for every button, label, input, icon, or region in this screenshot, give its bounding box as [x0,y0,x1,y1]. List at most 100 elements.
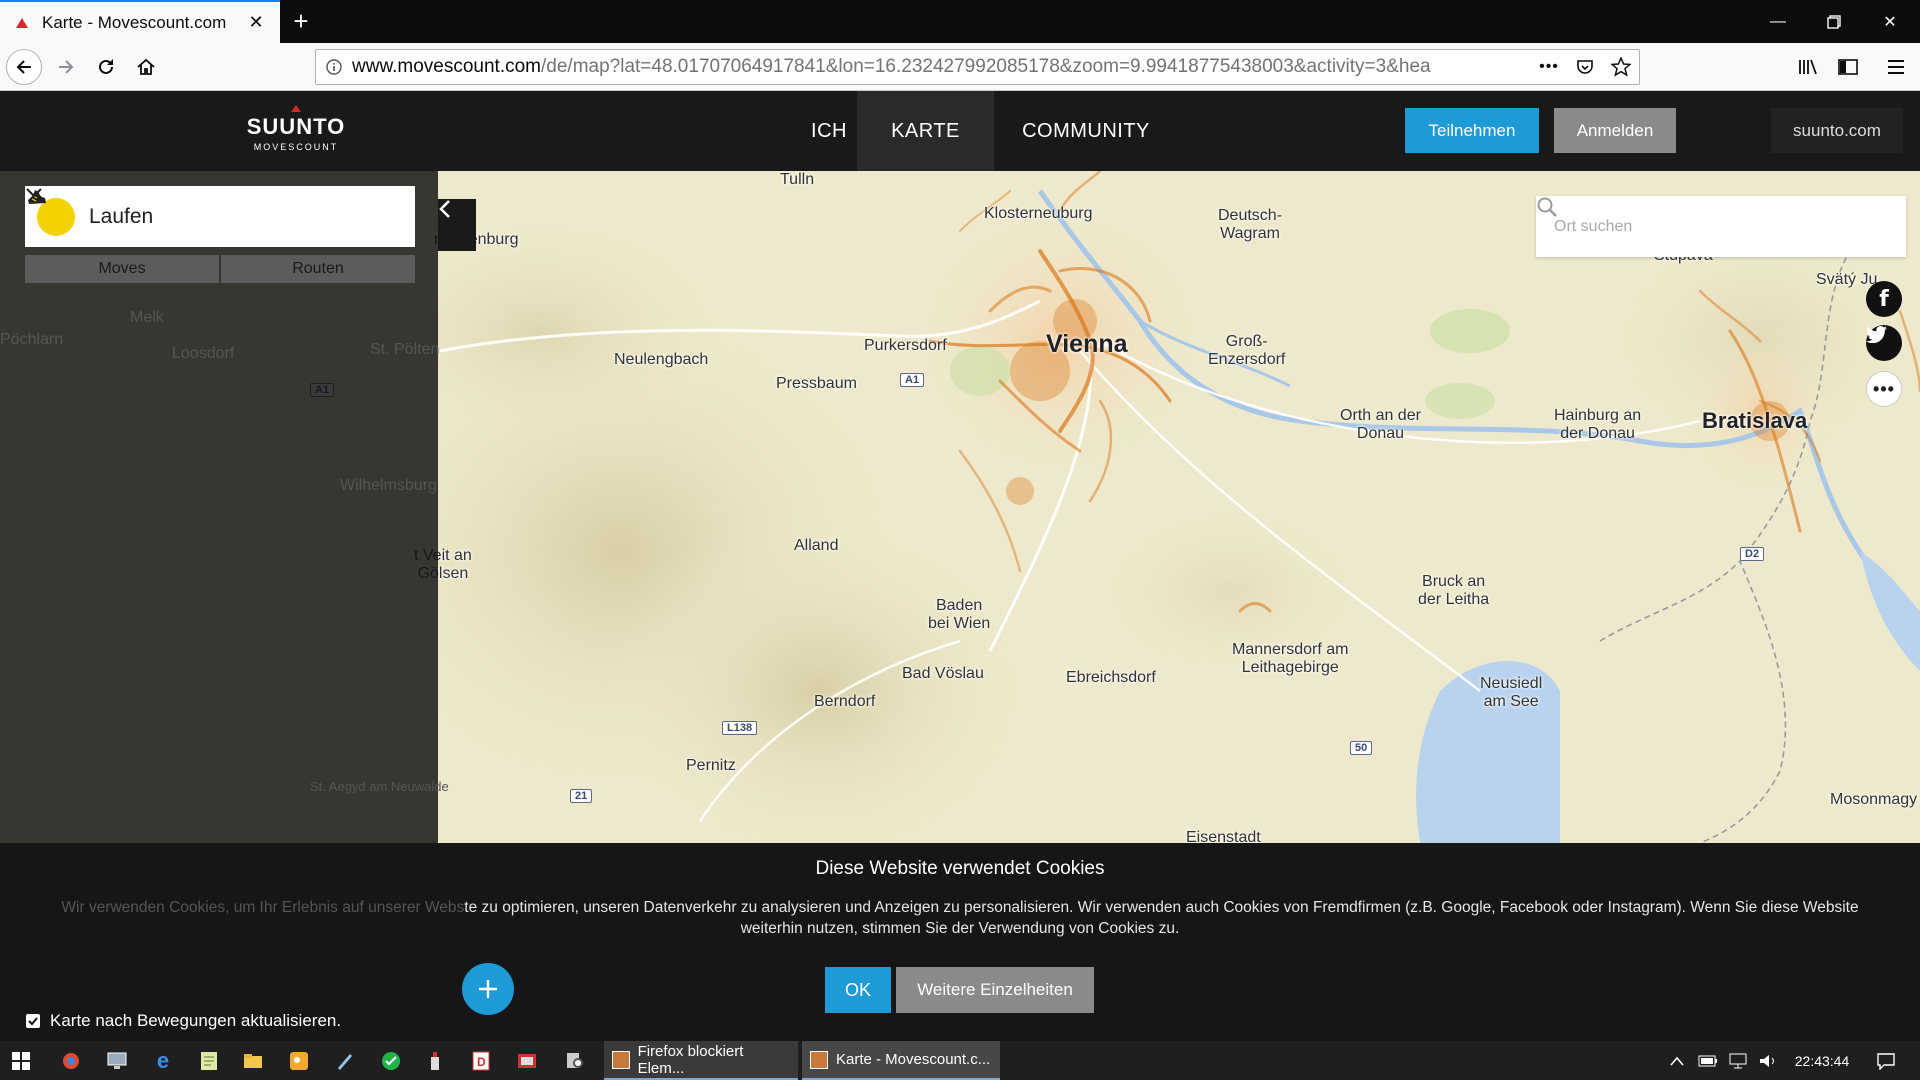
tab-title: Karte - Movescount.com [42,12,227,32]
app-icon-key[interactable] [284,1047,314,1075]
running-shoe-icon [28,190,75,236]
map-label-svaty-jur: Svätý Ju [1816,271,1878,288]
tray-chevron-up-icon[interactable] [1664,1041,1690,1080]
app-icon-d[interactable]: D [466,1047,496,1075]
file-explorer-icon[interactable] [238,1047,268,1075]
app-icon-check[interactable] [376,1047,406,1075]
cookie-title: Diese Website verwendet Cookies [815,858,1105,879]
restore-icon[interactable] [1806,0,1862,43]
login-button[interactable]: Anmelden [1554,108,1676,153]
site-header: SUUNTO MOVESCOUNT ICH KARTE COMMUNITY Te… [0,91,1920,171]
place-search-box [1536,196,1906,257]
svg-text:D: D [477,1055,486,1069]
panel-bg-label: St. Aegyd am Neuwalde [310,779,449,794]
tab-close-icon[interactable]: ✕ [246,12,266,33]
firefox-task-icon [810,1050,828,1069]
map-label-bruck: Bruck an der Leitha [1418,573,1490,608]
more-share-button[interactable]: ••• [1866,371,1902,407]
taskbar-task-firefox-blocked[interactable]: Firefox blockiert Elem... [604,1041,798,1080]
minimize-icon[interactable]: — [1750,0,1806,43]
map-label-hainburg: Hainburg an der Donau [1554,407,1642,442]
road-shield: D2 [1740,547,1765,561]
nav-karte[interactable]: KARTE [857,91,994,171]
app-icon-monitor[interactable] [102,1047,132,1075]
suunto-logo[interactable]: SUUNTO MOVESCOUNT [244,105,348,152]
home-icon[interactable] [128,49,164,85]
pocket-icon[interactable] [1567,58,1603,76]
checkbox-checked-icon[interactable] [26,1014,40,1028]
bookmark-star-icon[interactable] [1603,57,1639,77]
suunto-com-link[interactable]: suunto.com [1771,108,1903,153]
cookie-text: Wir verwenden Cookies, um Ihr Erlebnis a… [61,899,1859,937]
edge-browser-icon[interactable]: e [148,1047,178,1075]
browser-titlebar: Karte - Movescount.com ✕ + — ✕ [0,0,1920,43]
map-label-neusiedl: Neusiedl am See [1480,675,1543,710]
panel-bg-label: Wilhelmsburg [340,477,437,494]
app-icon-bottle[interactable] [420,1047,450,1075]
activity-label: Laufen [89,204,154,228]
firefox-task-icon [612,1050,630,1069]
new-tab-plus-icon[interactable]: + [286,6,316,36]
map-label-deutsch-wagram: Deutsch- Wagram [1218,207,1283,242]
map-label-orth: Orth an der Donau [1340,407,1421,442]
cookie-banner: Diese Website verwendet Cookies Wir verw… [0,843,1920,1041]
suunto-favicon-icon [14,15,30,31]
twitter-share-button[interactable] [1866,325,1902,361]
join-button[interactable]: Teilnehmen [1405,108,1539,153]
reload-icon[interactable] [88,49,124,85]
page-actions-icon[interactable]: ••• [1531,58,1567,76]
windows-start-icon[interactable] [6,1047,36,1075]
site-info-icon[interactable] [316,59,352,75]
panel-bg-label: Pöchlarn [0,331,64,348]
library-icon[interactable] [1790,49,1826,85]
map-label-gross-enzersdorf: Groß- Enzersdorf [1208,333,1286,368]
app-icon-notepad[interactable] [194,1047,224,1075]
tab-routes[interactable]: Routen [221,255,415,283]
taskbar-task-movescount[interactable]: Karte - Movescount.c... [802,1041,1000,1080]
logo-brand: SUUNTO [246,114,346,139]
road-shield: L138 [722,721,758,735]
forward-arrow-icon[interactable] [48,49,84,85]
url-bar[interactable]: www.movescount.com/de/map?lat=48.0170706… [315,49,1640,85]
network-icon[interactable] [1724,1041,1752,1080]
nav-community[interactable]: COMMUNITY [1000,91,1172,171]
map-label-ebreichsdorf: Ebreichsdorf [1066,669,1156,686]
cookie-ok-button[interactable]: OK [825,967,891,1013]
map-label-neulengbach: Neulengbach [614,351,709,368]
map-label-bad-voeslau: Bad Vöslau [902,665,984,682]
more-dots-icon: ••• [1873,378,1895,399]
sidebar-toggle-icon[interactable] [1830,49,1866,85]
taskbar-clock[interactable]: 22:43:44 [1782,1041,1862,1080]
panel-collapse-button[interactable] [438,199,476,251]
logo-sub: MOVESCOUNT [253,142,339,152]
browser-tab-active[interactable]: Karte - Movescount.com ✕ [0,0,280,43]
update-map-label: Karte nach Bewegungen aktualisieren. [50,1011,342,1030]
facebook-share-button[interactable]: f [1866,281,1902,317]
map-label-tulln: Tulln [780,171,815,188]
action-center-icon[interactable] [1866,1041,1906,1080]
map-label-pressbaum: Pressbaum [776,375,857,392]
place-search-input[interactable] [1554,217,1888,236]
cookie-details-button[interactable]: Weitere Einzelheiten [896,967,1094,1013]
panel-bg-label: Loosdorf [172,345,235,362]
back-arrow-icon[interactable] [6,49,42,85]
battery-icon[interactable] [1694,1041,1722,1080]
tab-moves[interactable]: Moves [25,255,219,283]
map-label-alland: Alland [794,537,839,554]
app-icon-pen[interactable] [330,1047,360,1075]
facebook-icon: f [1879,286,1889,312]
map-canvas[interactable]: Tulln nzogenburg Klosterneuburg Deutsch-… [0,171,1920,843]
activity-dropdown[interactable]: Laufen [25,186,415,247]
app-icon-search-file[interactable] [560,1047,590,1075]
url-text[interactable]: www.movescount.com/de/map?lat=48.0170706… [352,56,1531,78]
map-label-klosterneuburg: Klosterneuburg [984,205,1093,222]
app-icon-colors[interactable] [56,1047,86,1075]
volume-icon[interactable] [1754,1041,1782,1080]
hamburger-menu-icon[interactable] [1878,49,1914,85]
app-icon-film[interactable] [512,1047,542,1075]
window-close-icon[interactable]: ✕ [1862,0,1918,43]
filter-side-panel: Pöchlarn Melk Loosdorf St. Pölten Wilhel… [0,171,449,843]
update-map-checkbox-row[interactable]: Karte nach Bewegungen aktualisieren. [26,1011,341,1031]
plus-icon [479,980,497,998]
add-move-button[interactable] [462,963,514,1015]
